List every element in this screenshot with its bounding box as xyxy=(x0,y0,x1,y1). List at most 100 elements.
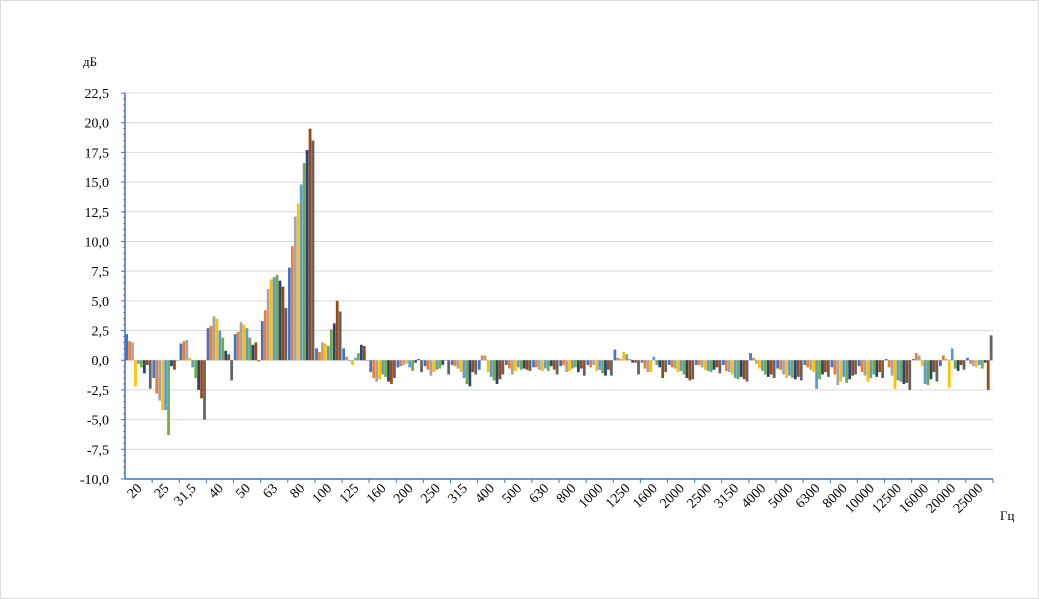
y-tick-label: 2,5 xyxy=(92,325,110,340)
bar xyxy=(381,360,384,375)
bar xyxy=(549,360,553,367)
bar xyxy=(248,337,252,361)
bar xyxy=(758,360,761,369)
bar xyxy=(619,359,623,361)
x-tick-label: 1600 xyxy=(630,481,660,511)
bar xyxy=(329,329,333,361)
bar xyxy=(372,360,376,379)
bar xyxy=(673,360,677,369)
bar xyxy=(465,360,469,384)
bar xyxy=(438,360,442,369)
bar xyxy=(815,360,818,389)
bar xyxy=(426,360,430,370)
bar xyxy=(275,274,279,361)
bar xyxy=(803,360,807,365)
bar xyxy=(887,360,891,368)
bar xyxy=(290,246,294,361)
gridlines xyxy=(125,92,993,480)
bar xyxy=(809,360,813,370)
bar xyxy=(308,128,312,361)
x-tick-label: 1250 xyxy=(603,481,633,511)
bar xyxy=(616,357,620,361)
bar xyxy=(326,345,330,361)
bar xyxy=(631,360,634,363)
bar xyxy=(390,360,393,384)
bar xyxy=(483,355,487,361)
bar xyxy=(896,360,900,381)
bar xyxy=(796,360,800,377)
bar xyxy=(983,360,987,363)
bar xyxy=(495,360,499,384)
bar xyxy=(191,360,195,368)
bar xyxy=(263,310,267,361)
bar xyxy=(576,360,580,373)
bar xyxy=(845,360,849,383)
bar xyxy=(703,360,707,370)
bar xyxy=(528,360,532,371)
bar xyxy=(760,360,764,371)
bar xyxy=(414,360,417,363)
bar xyxy=(676,360,680,373)
x-tick-label: 4000 xyxy=(739,481,769,511)
bar xyxy=(221,337,225,361)
y-tick-label: 22,5 xyxy=(85,87,110,102)
bar xyxy=(188,357,192,361)
bar xyxy=(459,360,463,373)
y-tick-label: 17,5 xyxy=(85,146,110,161)
bar xyxy=(679,360,683,371)
x-tick-label: 160 xyxy=(364,481,389,506)
bar xyxy=(682,360,686,375)
bar xyxy=(959,360,963,365)
bar xyxy=(785,360,788,379)
bar xyxy=(272,277,276,361)
bar xyxy=(977,360,981,365)
x-tick-label: 25 xyxy=(152,481,173,502)
bar xyxy=(185,340,189,361)
x-tick-label: 40 xyxy=(206,481,227,502)
bar xyxy=(429,360,433,376)
bar xyxy=(890,360,894,376)
bar xyxy=(722,360,725,365)
x-tick-label: 500 xyxy=(500,481,525,506)
bar xyxy=(691,360,695,380)
bar xyxy=(637,360,640,375)
bar xyxy=(947,360,951,388)
bar xyxy=(516,360,520,368)
bar xyxy=(411,360,415,371)
bar xyxy=(697,360,701,365)
bar xyxy=(670,360,674,368)
bar xyxy=(715,360,719,368)
bar xyxy=(194,360,198,379)
bar xyxy=(233,334,237,361)
bar xyxy=(595,360,599,371)
y-tick-label: 7,5 xyxy=(92,265,110,280)
bar xyxy=(227,354,231,361)
bar xyxy=(745,360,749,382)
x-tick-label: 50 xyxy=(233,481,254,502)
bar xyxy=(818,360,821,380)
x-tick-label: 800 xyxy=(554,481,579,506)
bar xyxy=(501,360,505,375)
bar xyxy=(456,360,460,369)
bar xyxy=(920,360,924,367)
bar xyxy=(137,360,140,364)
bar xyxy=(239,322,243,361)
bar xyxy=(944,359,948,361)
bar xyxy=(586,360,590,365)
bar xyxy=(245,328,249,361)
x-tick-label: 20000 xyxy=(924,481,959,516)
bar xyxy=(842,360,846,377)
x-tick-label: 125 xyxy=(337,481,362,506)
bar xyxy=(860,360,864,373)
bar xyxy=(752,357,755,361)
bar xyxy=(571,360,574,369)
bar xyxy=(589,360,593,368)
y-tick-label: -5,0 xyxy=(87,414,109,429)
bar xyxy=(230,360,234,381)
bar xyxy=(393,360,396,379)
y-tick-label: 10,0 xyxy=(85,235,110,250)
bar xyxy=(649,360,653,373)
bar xyxy=(972,360,975,367)
bar xyxy=(839,360,843,382)
x-axis-unit-label: Гц xyxy=(1000,508,1015,523)
